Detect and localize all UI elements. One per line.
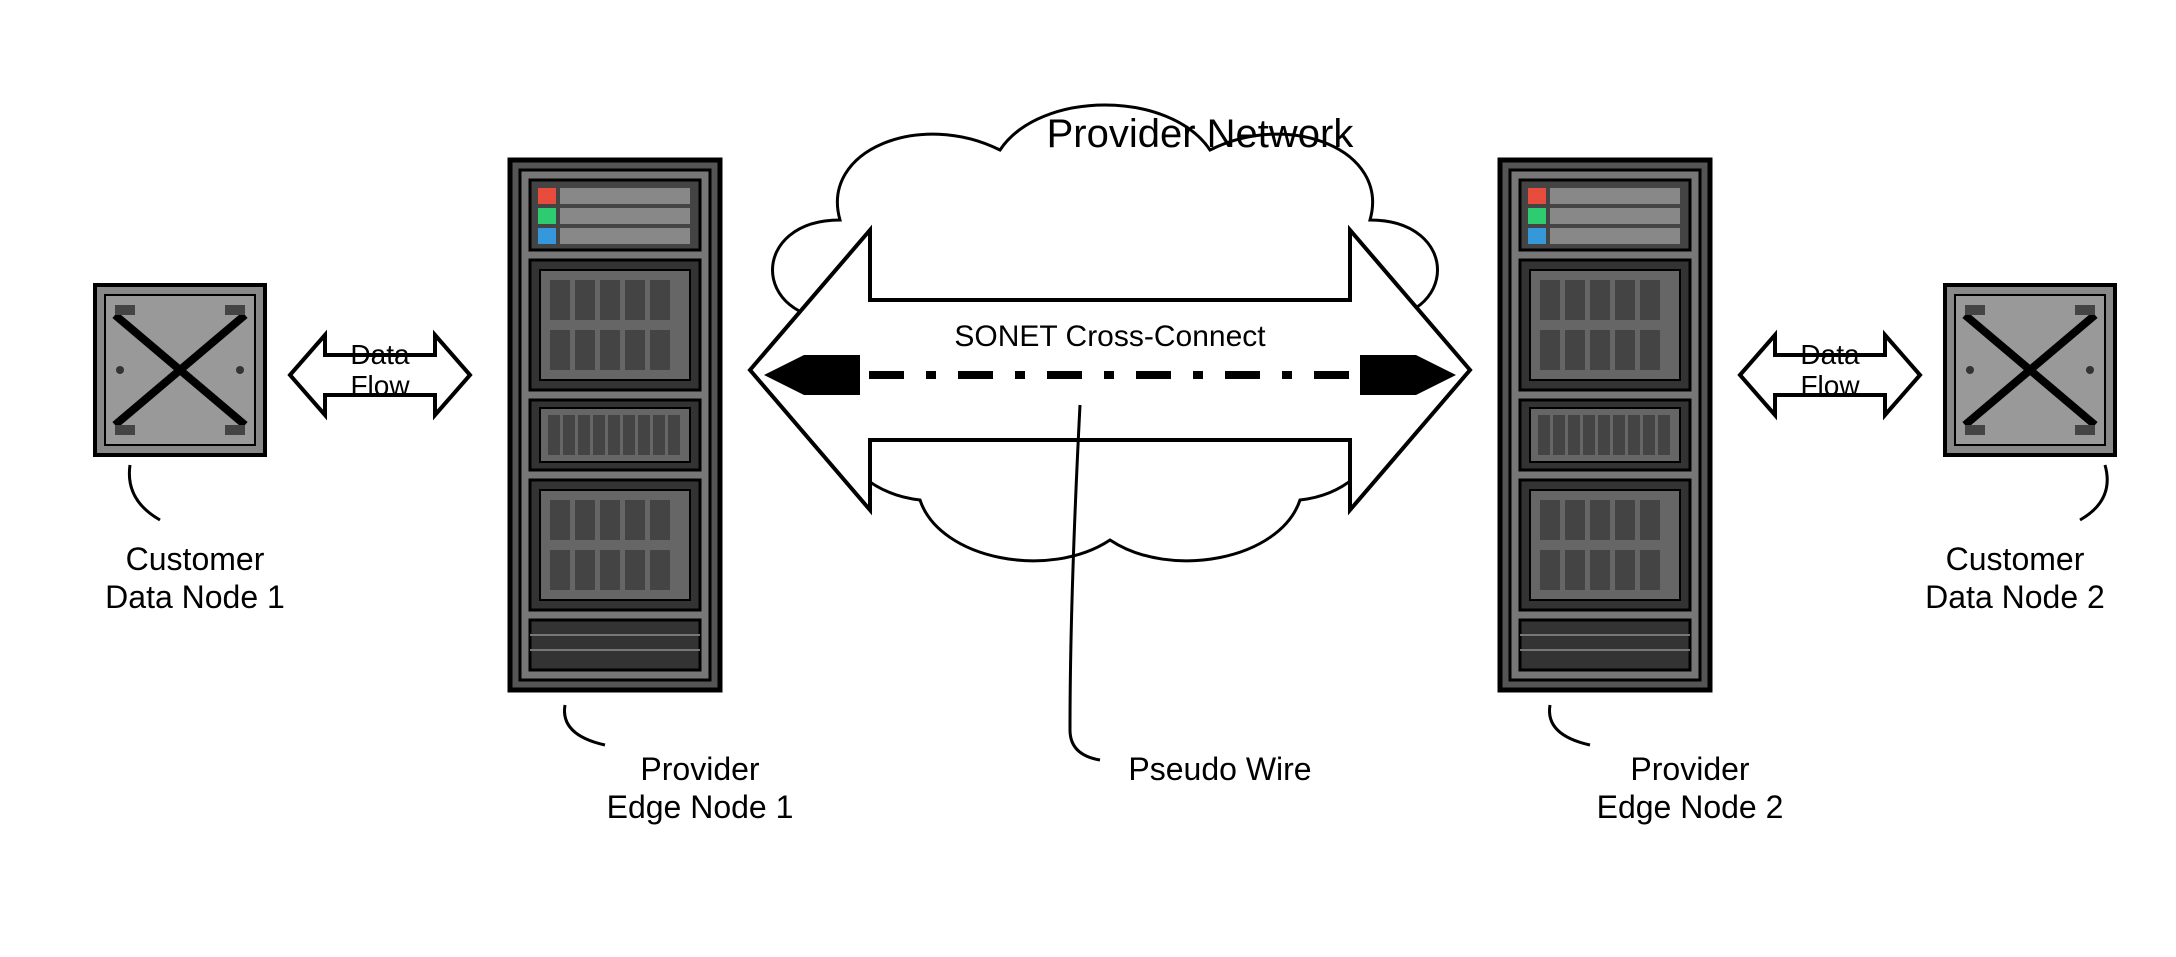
provider-edge-1-label: Provider Edge Node 1 [570, 750, 830, 827]
customer-node-1-leader [120, 460, 200, 540]
customer-node-2-icon [1940, 280, 2120, 460]
customer-node-1-icon [90, 280, 270, 460]
pseudo-wire-leader [1060, 400, 1140, 770]
provider-network-title: Provider Network [1000, 110, 1400, 158]
data-flow-2-label: Data Flow [1790, 340, 1870, 402]
pseudo-wire-line [760, 355, 1460, 395]
data-flow-1-label: Data Flow [340, 340, 420, 402]
provider-edge-2-label: Provider Edge Node 2 [1560, 750, 1820, 827]
customer-node-2-leader [2075, 460, 2155, 540]
provider-edge-1-icon [500, 150, 730, 700]
sonet-label: SONET Cross-Connect [945, 320, 1275, 353]
pseudo-wire-label: Pseudo Wire [1090, 750, 1350, 788]
customer-node-2-label: Customer Data Node 2 [1890, 540, 2140, 617]
provider-edge-2-icon [1490, 150, 1720, 700]
customer-node-1-label: Customer Data Node 1 [70, 540, 320, 617]
